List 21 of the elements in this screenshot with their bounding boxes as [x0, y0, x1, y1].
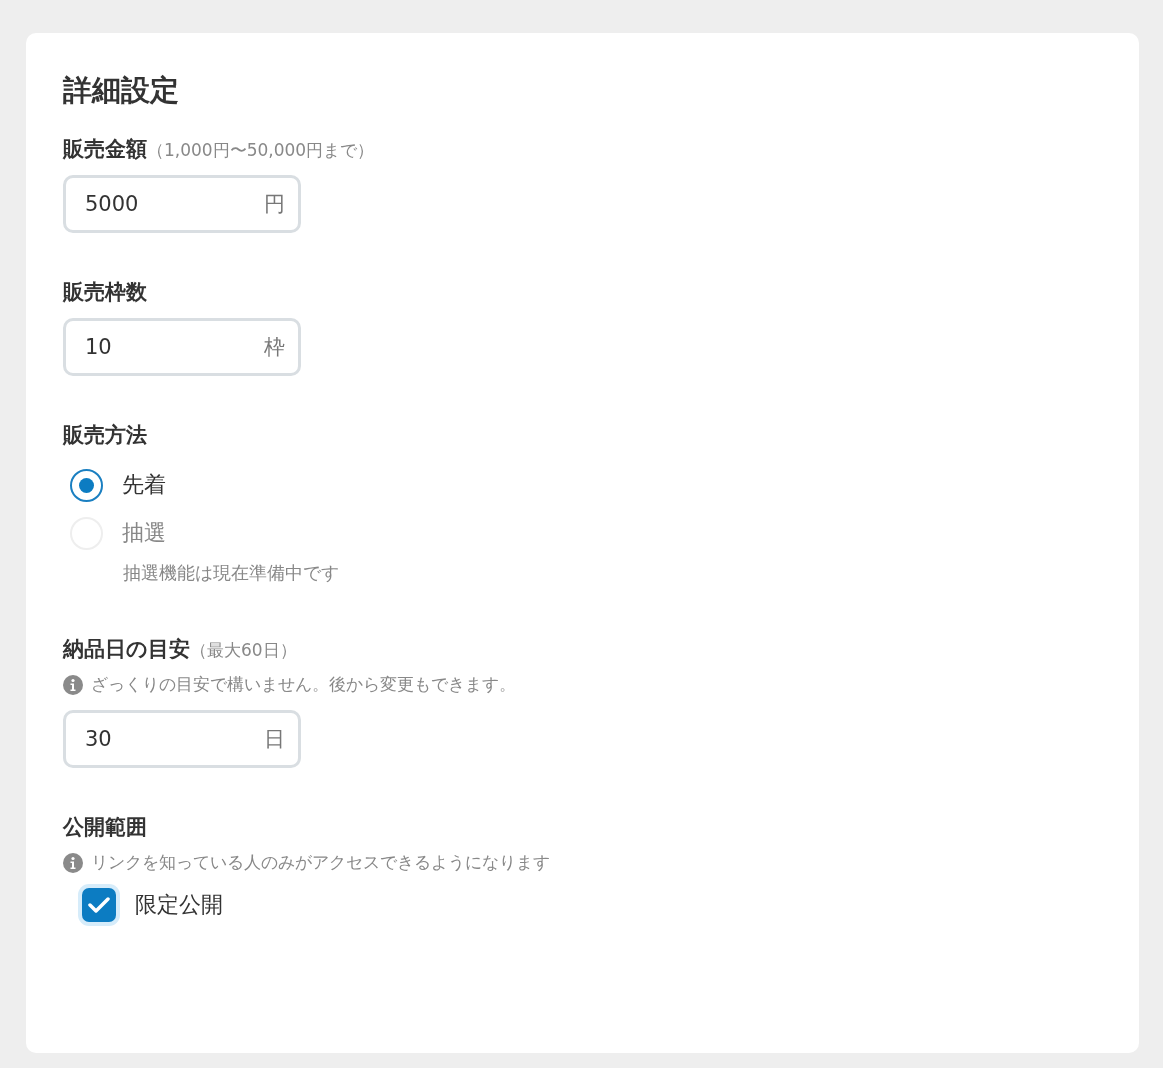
option-note: 抽選機能は現在準備中です [123, 561, 340, 585]
field-hint: （1,000円〜50,000円まで） [147, 139, 375, 162]
field-label: 納品日の目安 [63, 636, 190, 663]
field-hint: （最大60日） [190, 639, 297, 662]
field-label: 販売枠数 [63, 279, 147, 306]
unit-label: 円 [264, 191, 285, 218]
checkmark-icon [88, 896, 110, 914]
field-label: 販売方法 [63, 422, 147, 449]
info-icon [63, 674, 83, 695]
checkbox-label: 限定公開 [135, 891, 223, 919]
unit-label: 日 [264, 726, 285, 753]
radio-label: 抽選 [122, 519, 166, 547]
radio-label: 先着 [122, 471, 166, 499]
field-label: 販売金額 [63, 136, 147, 163]
radio-button[interactable] [70, 468, 103, 502]
info-icon [63, 852, 83, 873]
info-text: リンクを知っている人のみがアクセスできるようになります [91, 851, 550, 874]
page-title: 詳細設定 [63, 72, 180, 109]
info-text: ざっくりの目安で構いません。後から変更もできます。 [91, 673, 516, 696]
field-label: 公開範囲 [63, 814, 147, 841]
unit-label: 枠 [264, 334, 285, 361]
